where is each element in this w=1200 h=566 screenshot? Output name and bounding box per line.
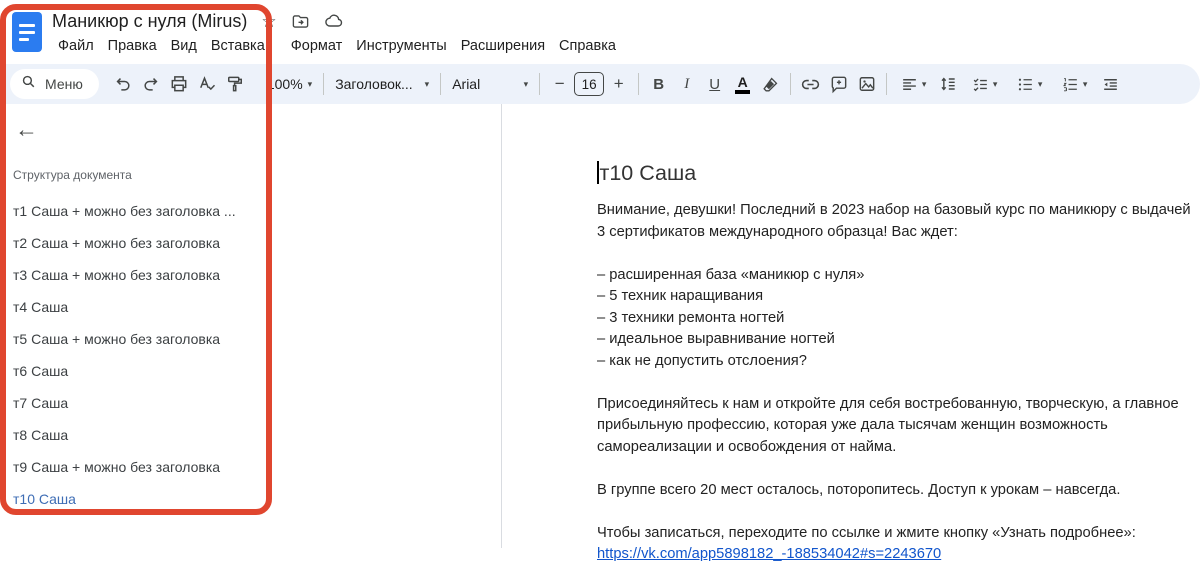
toolbar-divider <box>539 73 541 95</box>
text-color-button[interactable]: A <box>729 71 756 98</box>
document-heading: т10 Саша <box>597 160 1191 186</box>
paragraph: – 3 техники ремонта ногтей <box>597 309 785 326</box>
outline-item-t4[interactable]: т4 Саша <box>13 291 501 323</box>
menu-help[interactable]: Справка <box>553 36 622 56</box>
toolbar-divider <box>638 73 640 95</box>
paragraph <box>597 243 1191 265</box>
cloud-status-icon[interactable] <box>324 11 344 31</box>
style-value: Заголовок... <box>335 76 413 92</box>
checklist-button[interactable]: ▾ <box>962 71 1006 98</box>
menu-format[interactable]: Формат <box>285 36 349 56</box>
google-docs-logo-icon[interactable] <box>12 12 42 52</box>
outline-item-t10-active[interactable]: т10 Саша <box>13 483 501 515</box>
paragraph: – идеальное выравнивание ногтей <box>597 331 835 347</box>
document-outline-panel: ← Структура документа т1 Саша + можно бе… <box>0 104 502 548</box>
add-comment-button[interactable] <box>825 71 852 98</box>
font-family-select[interactable]: Arial ▾ <box>447 71 533 98</box>
toolbar-divider <box>790 73 792 95</box>
toolbar-divider <box>323 73 325 95</box>
decrease-indent-button[interactable] <box>1097 71 1124 98</box>
menu-insert[interactable]: Вставка <box>205 36 271 56</box>
font-value: Arial <box>452 76 481 92</box>
outline-item-t3[interactable]: т3 Саша + можно без заголовка <box>13 259 501 291</box>
menu-file[interactable]: Файл <box>52 36 100 56</box>
outline-item-t8[interactable]: т8 Саша <box>13 419 501 451</box>
increase-font-size-button[interactable]: + <box>605 71 632 98</box>
document-title[interactable]: Маникюр с нуля (Mirus) <box>52 11 247 32</box>
editor-surface[interactable]: т10 Саша Внимание, девушки! Последний в … <box>502 104 1200 562</box>
star-icon[interactable]: ☆ <box>261 13 276 30</box>
undo-button[interactable] <box>110 71 137 98</box>
outline-item-t7[interactable]: т7 Саша <box>13 387 501 419</box>
content-area: ← Структура документа т1 Саша + можно бе… <box>0 104 1200 562</box>
zoom-value: 100% <box>266 76 303 92</box>
paragraph: Присоединяйтесь к нам и откройте для себ… <box>597 395 1179 455</box>
numbered-list-button[interactable]: ▾ <box>1052 71 1096 98</box>
bulleted-list-button[interactable]: ▾ <box>1007 71 1051 98</box>
toolbar-divider <box>440 73 442 95</box>
close-outline-button[interactable]: ← <box>15 114 45 144</box>
outline-title: Структура документа <box>13 168 132 182</box>
decrease-font-size-button[interactable]: − <box>546 71 573 98</box>
paragraph: – как не допустить отслоения? <box>597 352 807 369</box>
document-body: Внимание, девушки! Последний в 2023 набо… <box>597 200 1191 566</box>
spellcheck-button[interactable] <box>194 71 221 98</box>
menu-bar: Файл Правка Вид Вставка Формат Инструмен… <box>52 36 622 56</box>
outline-item-t1[interactable]: т1 Саша + можно без заголовка ... <box>13 195 501 227</box>
outline-item-t5[interactable]: т5 Саша + можно без заголовка <box>13 323 501 355</box>
paragraph-style-select[interactable]: Заголовок... ▾ <box>330 71 434 98</box>
underline-button[interactable]: U <box>701 71 728 98</box>
menu-tools[interactable]: Инструменты <box>350 36 452 56</box>
outline-item-t2[interactable]: т2 Саша + можно без заголовка <box>13 227 501 259</box>
document-page: т10 Саша Внимание, девушки! Последний в … <box>502 104 1200 566</box>
paragraph: – расширенная база «маникюр с нуля» <box>597 266 865 283</box>
paragraph <box>597 458 1191 480</box>
menu-extensions[interactable]: Расширения <box>455 36 551 56</box>
chevron-down-icon: ▾ <box>424 78 430 89</box>
toolbar-divider <box>886 73 888 95</box>
move-to-folder-icon[interactable] <box>291 12 310 31</box>
chevron-down-icon: ▾ <box>1082 78 1088 89</box>
menu-view[interactable]: Вид <box>165 36 203 56</box>
zoom-select[interactable]: 100% ▾ <box>262 71 317 98</box>
outline-item-t6[interactable]: т6 Саша <box>13 355 501 387</box>
insert-image-button[interactable] <box>853 71 880 98</box>
paint-format-button[interactable] <box>222 71 249 98</box>
chevron-down-icon: ▾ <box>523 78 529 89</box>
search-label: Меню <box>45 76 83 92</box>
font-size-input[interactable]: 16 <box>574 72 605 96</box>
line-spacing-button[interactable] <box>934 71 961 98</box>
header-right: Маникюр с нуля (Mirus) ☆ Файл Правка Вид… <box>52 8 622 56</box>
insert-link-button[interactable] <box>797 71 824 98</box>
paragraph: Внимание, девушки! Последний в 2023 набо… <box>597 202 1191 240</box>
vk-link[interactable]: https://vk.com/app5898182_-188534042#s=2… <box>597 546 941 562</box>
chevron-down-icon: ▾ <box>1037 78 1043 89</box>
highlight-color-button[interactable] <box>757 71 784 98</box>
paragraph: В группе всего 20 мест осталось, потороп… <box>597 481 1121 498</box>
redo-button[interactable] <box>138 71 165 98</box>
align-button[interactable]: ▾ <box>893 71 933 98</box>
paragraph <box>597 372 1191 394</box>
header: Маникюр с нуля (Mirus) ☆ Файл Правка Вид… <box>0 0 1200 62</box>
chevron-down-icon: ▾ <box>307 78 313 89</box>
paragraph: – 5 техник наращивания <box>597 288 764 304</box>
text-cursor <box>597 161 599 184</box>
search-menus-button[interactable]: Меню <box>10 69 99 99</box>
italic-button[interactable]: I <box>673 71 700 98</box>
search-icon <box>20 73 37 95</box>
chevron-down-icon: ▾ <box>921 78 927 89</box>
paragraph <box>597 501 1191 523</box>
paragraph: Чтобы записаться, переходите по ссылке и… <box>597 524 1136 541</box>
toolbar: Меню 100% ▾ Заголовок... ▾ Arial ▾ − 16 … <box>0 64 1200 104</box>
chevron-down-icon: ▾ <box>992 78 998 89</box>
outline-item-t9[interactable]: т9 Саша + можно без заголовка <box>13 451 501 483</box>
menu-edit[interactable]: Правка <box>102 36 163 56</box>
outline-list: т1 Саша + можно без заголовка ... т2 Саш… <box>13 195 501 515</box>
bold-button[interactable]: B <box>645 71 672 98</box>
print-button[interactable] <box>166 71 193 98</box>
